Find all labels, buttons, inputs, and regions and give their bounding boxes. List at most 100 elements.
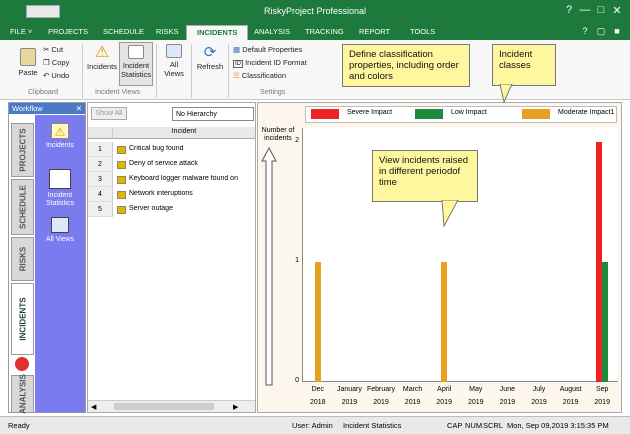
y-tick-label: 2 — [295, 137, 299, 144]
tab-projects[interactable]: PROJECTS — [48, 27, 88, 36]
classification-icon: ☰ — [233, 71, 240, 80]
x-tick-year: 2018 — [310, 399, 326, 406]
hierarchy-select[interactable]: No Hierarchy — [172, 107, 254, 121]
incident-statistics-chart: Severe Impact Low Impact Moderate Impact… — [257, 102, 622, 413]
x-tick-month: January — [336, 386, 362, 393]
table-row[interactable]: 5 Server outage — [88, 202, 255, 217]
incident-views-group-label: Incident Views — [95, 89, 141, 96]
paste-button[interactable]: Paste — [14, 48, 42, 77]
ribbon-collapse-icon[interactable]: ■ — [610, 26, 624, 36]
help-icon-small[interactable]: ? — [578, 26, 592, 36]
workflow-tab-schedule[interactable]: SCHEDULE — [11, 179, 34, 235]
ribbon-separator — [191, 44, 192, 98]
status-bar: Ready User: Admin Incident Statistics CA… — [0, 416, 630, 434]
x-tick-year: 2019 — [594, 399, 610, 406]
workflow-item-incident-statistics[interactable]: Incident Statistics — [35, 169, 85, 208]
x-tick-year: 2019 — [404, 399, 421, 406]
default-properties-button[interactable]: ▦ Default Properties — [233, 45, 302, 54]
ribbon-separator — [228, 44, 229, 98]
chart-bar — [441, 262, 448, 382]
incident-icon — [117, 161, 126, 169]
tab-risks[interactable]: RISKS — [156, 27, 179, 36]
x-tick-month: April — [437, 386, 452, 393]
tab-incidents[interactable]: INCIDENTS — [186, 25, 249, 40]
undo-button[interactable]: ↶ Undo — [43, 71, 69, 80]
workflow-tab-projects[interactable]: PROJECTS — [11, 123, 34, 177]
chart-bar — [602, 262, 609, 382]
x-tick-year: 2019 — [531, 399, 547, 406]
table-row[interactable]: 2 Deny of service attack — [88, 157, 255, 172]
scroll-right-icon[interactable]: ▶ — [233, 403, 238, 411]
windows-icon — [166, 44, 182, 58]
workflow-pane: Workflow ✕ PROJECTS SCHEDULE RISKS INCID… — [8, 102, 86, 414]
tab-report[interactable]: REPORT — [359, 27, 390, 36]
table-row[interactable]: 4 Network interuptions — [88, 187, 255, 202]
status-datetime: Mon, Sep 09,2019 3:15:35 PM — [507, 421, 609, 430]
x-tick-month: March — [402, 386, 423, 393]
x-tick-year: 2019 — [341, 399, 358, 406]
workflow-tab-incidents[interactable]: INCIDENTS — [11, 283, 34, 355]
row-header-corner — [88, 127, 113, 138]
column-header-incident[interactable]: Incident — [113, 128, 255, 135]
restore-icon[interactable]: ▢ — [594, 26, 608, 37]
properties-icon: ▦ — [233, 45, 241, 54]
table-row[interactable]: 3 Keyboard logger malware found on — [88, 172, 255, 187]
status-view: Incident Statistics — [343, 421, 402, 430]
tab-tracking[interactable]: TRACKING — [305, 27, 344, 36]
window-title: RiskyProject Professional — [263, 6, 367, 16]
ribbon-separator — [156, 44, 157, 98]
copy-button[interactable]: ❐ Copy — [43, 58, 69, 67]
scroll-left-icon[interactable]: ◀ — [91, 403, 96, 411]
id-icon: ID — [233, 60, 243, 68]
status-user: User: Admin — [292, 421, 333, 430]
y-tick-label: 0 — [295, 377, 299, 384]
incident-id-format-button[interactable]: ID Incident ID Format — [233, 58, 307, 69]
tab-file[interactable]: FILE ˅ — [10, 27, 32, 36]
workflow-item-all-views[interactable]: All Views — [35, 217, 85, 244]
incident-list-pane: Show All No Hierarchy Incident 1 Critica… — [87, 102, 256, 413]
x-tick-year: 2019 — [468, 399, 484, 406]
classification-button[interactable]: ☰ Classification — [233, 71, 286, 80]
refresh-button[interactable]: ⟳ Refresh — [194, 44, 226, 71]
incident-icon — [117, 146, 126, 154]
x-tick-month: February — [366, 386, 395, 393]
horizontal-scrollbar[interactable]: ◀ ▶ — [88, 400, 255, 412]
incidents-button[interactable]: ⚠ Incidents — [85, 44, 119, 71]
tab-schedule[interactable]: SCHEDULE — [103, 27, 144, 36]
incident-statistics-button[interactable]: Incident Statistics — [119, 42, 153, 86]
table-row[interactable]: 1 Critical bug found — [88, 142, 255, 157]
minimize-button[interactable]: — — [578, 4, 592, 16]
x-tick-month: Sep — [595, 386, 609, 393]
x-tick-month: Dec — [311, 386, 325, 393]
workflow-item-incidents[interactable]: ⚠ Incidents — [35, 123, 85, 150]
incident-icon — [15, 357, 29, 371]
x-tick-month: July — [532, 386, 546, 393]
cut-button[interactable]: ✂ Cut — [43, 45, 63, 54]
scrollbar-thumb[interactable] — [114, 403, 214, 410]
x-tick-year: 2019 — [373, 399, 389, 406]
maximize-button[interactable]: □ — [594, 4, 608, 16]
chart-bar — [314, 262, 321, 382]
workflow-items-panel — [35, 115, 85, 412]
x-tick-year: 2019 — [436, 399, 452, 406]
workflow-header: Workflow ✕ — [9, 103, 85, 114]
tab-tools[interactable]: TOOLS — [410, 27, 435, 36]
y-axis-arrow — [261, 147, 277, 386]
all-views-button[interactable]: All Views — [160, 44, 188, 78]
ribbon-separator — [82, 44, 83, 98]
help-icon[interactable]: ? — [562, 4, 576, 16]
close-icon[interactable]: ✕ — [76, 103, 82, 114]
workflow-tab-analysis[interactable]: ANALYSIS — [11, 374, 34, 414]
close-button[interactable]: ✕ — [610, 4, 624, 17]
workflow-tab-risks[interactable]: RISKS — [11, 237, 34, 281]
warning-icon: ⚠ — [51, 123, 69, 139]
tab-analysis[interactable]: ANALYSIS — [254, 27, 290, 36]
legend-label-low: Low Impact — [451, 109, 487, 116]
callout-periods: View incidents raised in different perio… — [372, 150, 478, 202]
status-scrl: SCRL — [483, 421, 504, 430]
warning-icon: ⚠ — [94, 44, 110, 61]
show-all-button[interactable]: Show All — [91, 107, 127, 120]
legend-swatch-moderate — [522, 109, 550, 119]
legend-label-severe: Severe Impact — [347, 109, 393, 116]
y-tick-label: 1 — [295, 257, 299, 264]
